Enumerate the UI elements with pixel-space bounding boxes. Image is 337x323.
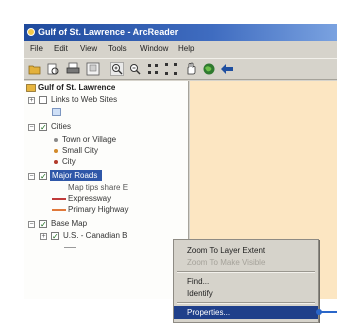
callout-pointer-line: [318, 311, 337, 313]
fixed-zoom-out-icon[interactable]: [164, 62, 178, 76]
expand-toggle-cities[interactable]: −: [28, 124, 35, 131]
map-document-icon: [26, 84, 36, 92]
expand-toggle-us-canadian[interactable]: +: [40, 233, 47, 240]
expand-toggle-links[interactable]: +: [28, 97, 35, 104]
visibility-checkbox-major-roads[interactable]: ✓: [39, 172, 47, 181]
boundary-symbol: [64, 247, 76, 248]
layout-icon[interactable]: [86, 62, 100, 76]
visibility-checkbox-cities[interactable]: ✓: [39, 123, 47, 132]
zoom-in-icon[interactable]: [110, 62, 124, 76]
town-symbol: [54, 138, 58, 142]
legend-small-city: Small City: [62, 146, 99, 155]
expand-toggle-base-map[interactable]: −: [28, 221, 35, 228]
visibility-checkbox-links[interactable]: [39, 96, 47, 104]
menu-window[interactable]: Window: [140, 41, 168, 57]
menu-separator: [177, 302, 315, 304]
globe-full-extent-icon[interactable]: [202, 62, 216, 76]
menu-item-properties[interactable]: Properties...: [174, 306, 318, 319]
toc-item-major-roads[interactable]: Major Roads: [52, 170, 97, 181]
menu-edit[interactable]: Edit: [54, 41, 68, 57]
toc-root-label[interactable]: Gulf of St. Lawrence: [38, 82, 115, 93]
tools-toolbar: [24, 58, 337, 80]
menu-separator: [177, 271, 315, 273]
small-city-symbol: [54, 149, 58, 153]
back-arrow-icon[interactable]: [220, 62, 234, 76]
toc-item-links[interactable]: Links to Web Sites: [51, 94, 117, 105]
title-bar[interactable]: Gulf of St. Lawrence - ArcReader: [24, 24, 337, 41]
visibility-checkbox-us-canadian[interactable]: ✓: [51, 232, 59, 241]
menu-item-zoom-to-make-visible: Zoom To Make Visible: [187, 258, 266, 267]
fixed-zoom-in-icon[interactable]: [146, 62, 160, 76]
visibility-checkbox-base-map[interactable]: ✓: [39, 220, 47, 229]
menu-tools[interactable]: Tools: [108, 41, 127, 57]
menu-file[interactable]: File: [30, 41, 43, 57]
toc-item-us-canadian[interactable]: U.S. - Canadian B: [63, 230, 127, 241]
primary-highway-symbol: [52, 209, 66, 211]
legend-primary-highway: Primary Highway: [68, 205, 129, 214]
print-preview-icon[interactable]: [46, 62, 60, 76]
print-icon[interactable]: [66, 62, 80, 76]
city-symbol: [54, 160, 58, 164]
legend-expressway: Expressway: [68, 194, 112, 203]
expressway-symbol: [52, 198, 66, 200]
expand-toggle-major-roads[interactable]: −: [28, 173, 35, 180]
legend-town: Town or Village: [62, 135, 117, 144]
toc-item-base-map[interactable]: Base Map: [51, 218, 87, 229]
link-layer-icon: [52, 108, 61, 116]
menu-view[interactable]: View: [80, 41, 97, 57]
arcreader-app-icon: [27, 28, 35, 36]
menu-help[interactable]: Help: [178, 41, 194, 57]
legend-map-tips: Map tips share E: [68, 183, 129, 192]
table-of-contents: Gulf of St. Lawrence + Links to Web Site…: [24, 81, 189, 299]
menu-item-identify[interactable]: Identify: [174, 287, 318, 300]
window-title: Gulf of St. Lawrence - ArcReader: [38, 27, 179, 37]
legend-city: City: [62, 157, 76, 166]
menu-bar: File Edit View Tools Window Help: [24, 41, 337, 57]
open-folder-icon[interactable]: [28, 62, 42, 76]
layer-context-menu: Zoom To Layer Extent Zoom To Make Visibl…: [173, 239, 319, 323]
toc-item-cities[interactable]: Cities: [51, 121, 71, 132]
pan-icon[interactable]: [184, 62, 198, 76]
zoom-out-icon[interactable]: [128, 62, 142, 76]
